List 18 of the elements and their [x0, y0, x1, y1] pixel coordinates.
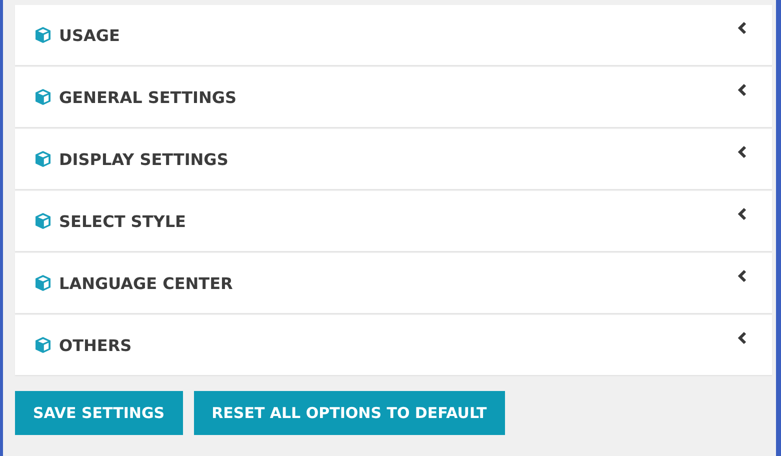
accordion-header[interactable]: OTHERS — [15, 315, 772, 375]
section-title: SELECT STYLE — [59, 210, 187, 232]
section-title: USAGE — [59, 24, 121, 46]
cube-icon — [34, 212, 52, 230]
accordion-header[interactable]: USAGE — [15, 5, 772, 65]
section-title: LANGUAGE CENTER — [59, 272, 234, 294]
cube-icon — [34, 88, 52, 106]
section-title: OTHERS — [59, 334, 133, 356]
cube-icon — [34, 26, 52, 44]
cube-icon — [34, 150, 52, 168]
accordion-header[interactable]: SELECT STYLE — [15, 191, 772, 251]
accordion-header[interactable]: GENERAL SETTINGS — [15, 67, 772, 127]
cube-icon — [34, 336, 52, 354]
section-title: GENERAL SETTINGS — [59, 86, 238, 108]
accordion-header[interactable]: LANGUAGE CENTER — [15, 253, 772, 313]
section-title: DISPLAY SETTINGS — [59, 148, 230, 170]
accordion-header[interactable]: DISPLAY SETTINGS — [15, 129, 772, 189]
cube-icon — [34, 274, 52, 292]
